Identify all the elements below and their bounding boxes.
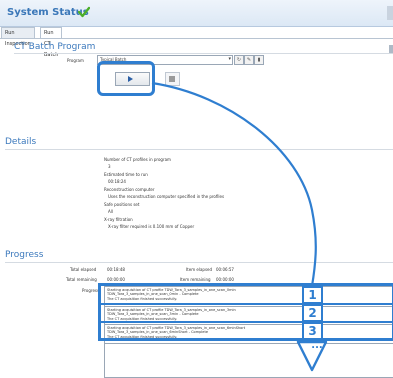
marker-2: 2 bbox=[302, 304, 323, 322]
more-ellipsis: ... bbox=[311, 340, 323, 351]
marker-3: 3 bbox=[302, 322, 323, 340]
curved-arrow-icon bbox=[151, 81, 317, 287]
marker-1: 1 bbox=[302, 286, 323, 304]
